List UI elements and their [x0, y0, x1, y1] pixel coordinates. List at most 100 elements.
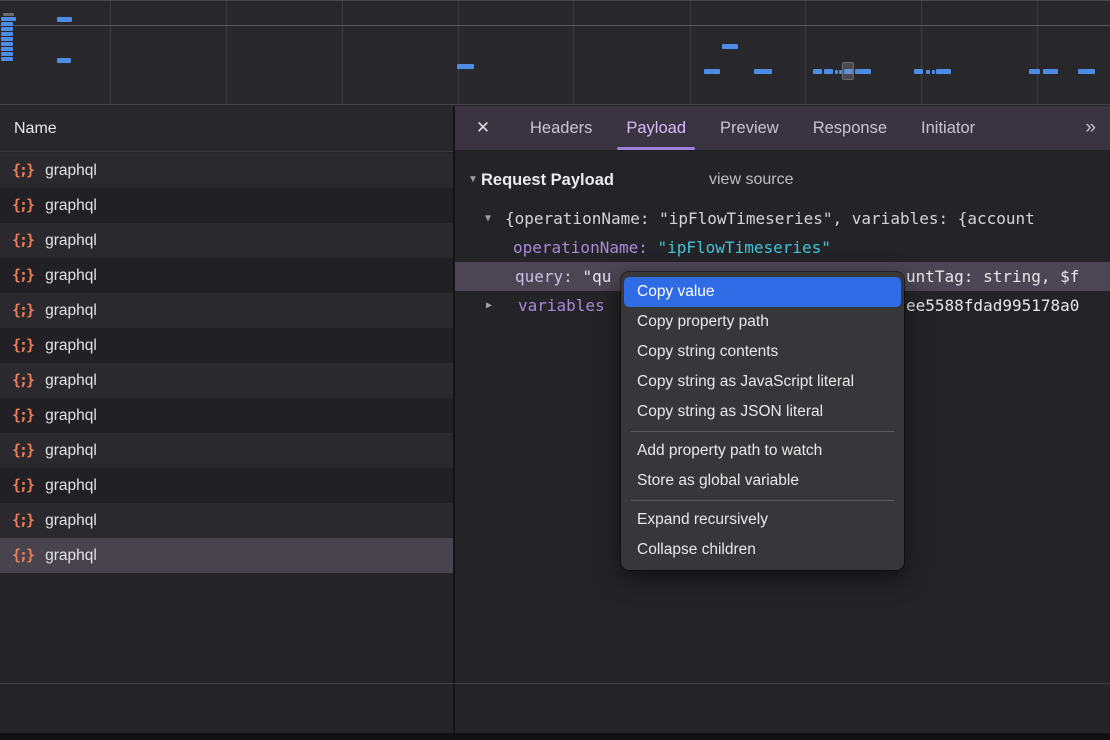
- menu-item-copy-value[interactable]: Copy value: [624, 277, 901, 307]
- close-icon[interactable]: ✕: [467, 118, 499, 138]
- menu-item-expand-recursively[interactable]: Expand recursively: [624, 505, 901, 535]
- json-braces-icon: {;}: [12, 293, 33, 328]
- tab-preview[interactable]: Preview: [711, 106, 788, 151]
- waterfall-bar: [1, 27, 13, 31]
- menu-item-copy-string-js-literal[interactable]: Copy string as JavaScript literal: [624, 367, 901, 397]
- request-row[interactable]: {;} graphql: [0, 188, 453, 223]
- json-braces-icon: {;}: [12, 468, 33, 503]
- context-menu: Copy value Copy property path Copy strin…: [621, 272, 904, 570]
- name-column-header[interactable]: Name: [0, 106, 453, 152]
- waterfall-bar: [824, 69, 833, 74]
- request-name: graphql: [45, 337, 97, 354]
- request-list: {;} graphql {;} graphql {;} graphql {;} grap…: [0, 153, 453, 573]
- property-key: variables: [518, 291, 605, 320]
- request-row[interactable]: {;} graphql: [0, 538, 453, 573]
- request-row[interactable]: {;} graphql: [0, 468, 453, 503]
- expander-down-icon[interactable]: ▼: [485, 204, 499, 233]
- waterfall-bar: [932, 70, 935, 74]
- request-row[interactable]: {;} graphql: [0, 153, 453, 188]
- request-row[interactable]: {;} graphql: [0, 258, 453, 293]
- json-braces-icon: {;}: [12, 398, 33, 433]
- variables-preview-continued: ee5588fdad995178a0: [906, 291, 1079, 320]
- request-row[interactable]: {;} graphql: [0, 398, 453, 433]
- request-name: graphql: [45, 197, 97, 214]
- menu-item-copy-property-path[interactable]: Copy property path: [624, 307, 901, 337]
- json-braces-icon: {;}: [12, 433, 33, 468]
- menu-item-add-property-path-to-watch[interactable]: Add property path to watch: [624, 436, 901, 466]
- waterfall-bar: [1078, 69, 1095, 74]
- menu-item-store-as-global-variable[interactable]: Store as global variable: [624, 466, 901, 496]
- waterfall-bar: [1, 42, 13, 46]
- waterfall-bar: [1, 32, 13, 36]
- tab-headers[interactable]: Headers: [521, 106, 601, 151]
- json-braces-icon: {;}: [12, 258, 33, 293]
- property-value-start: "qu: [582, 267, 611, 286]
- window-bottom-edge: [0, 733, 1110, 740]
- overview-gridline: [573, 1, 574, 105]
- waterfall-bar: [457, 64, 474, 69]
- waterfall-bar: [1, 52, 13, 56]
- waterfall-bar: [1, 47, 13, 51]
- overview-gridline: [458, 1, 459, 105]
- waterfall-bar: [754, 69, 772, 74]
- footer-divider: [0, 683, 1110, 684]
- payload-root-row[interactable]: ▼ {operationName: "ipFlowTimeseries", va…: [455, 204, 1110, 233]
- waterfall-bar: [855, 69, 871, 74]
- property-key: query:: [515, 267, 582, 286]
- request-row[interactable]: {;} graphql: [0, 433, 453, 468]
- request-row[interactable]: {;}graphql: [0, 293, 453, 328]
- menu-item-copy-string-contents[interactable]: Copy string contents: [624, 337, 901, 367]
- expander-right-icon[interactable]: ▶: [486, 291, 500, 320]
- network-request-panel: Name {;} graphql {;} graphql {;} graphql {;…: [0, 106, 453, 740]
- property-value: "ipFlowTimeseries": [658, 238, 831, 257]
- waterfall-bar: [704, 69, 720, 74]
- network-overview-strip[interactable]: [0, 0, 1110, 105]
- menu-item-copy-string-json-literal[interactable]: Copy string as JSON literal: [624, 397, 901, 427]
- waterfall-bar: [722, 44, 738, 49]
- request-name: graphql: [45, 512, 97, 529]
- overview-gridline: [690, 1, 691, 105]
- request-name: graphql: [45, 547, 97, 564]
- overview-gray-bar: [3, 13, 14, 16]
- overview-gridline: [921, 1, 922, 105]
- request-name: graphql: [45, 162, 97, 179]
- request-name: graphql: [45, 267, 97, 284]
- request-name: graphql: [45, 232, 97, 249]
- json-braces-icon: {;}: [12, 223, 33, 258]
- request-row[interactable]: {;} graphql: [0, 223, 453, 258]
- payload-root-preview: {operationName: "ipFlowTimeseries", vari…: [505, 204, 1035, 233]
- property-value-continued: untTag: string, $f: [906, 262, 1079, 291]
- waterfall-bar: [926, 70, 930, 74]
- more-tabs-icon[interactable]: »: [1085, 117, 1110, 139]
- json-braces-icon: {;}: [12, 363, 33, 398]
- request-row[interactable]: {;}graphql: [0, 328, 453, 363]
- waterfall-bar: [1043, 69, 1058, 74]
- tab-payload[interactable]: Payload: [617, 106, 695, 151]
- waterfall-bar: [57, 58, 71, 63]
- waterfall-bar: [813, 69, 822, 74]
- request-row[interactable]: {;} graphql: [0, 363, 453, 398]
- section-title: Request Payload: [481, 165, 614, 195]
- waterfall-bar: [1, 37, 13, 41]
- menu-item-collapse-children[interactable]: Collapse children: [624, 535, 901, 565]
- menu-divider: [631, 500, 894, 501]
- request-name: graphql: [45, 407, 97, 424]
- json-braces-icon: {;}: [12, 188, 33, 223]
- tab-response[interactable]: Response: [804, 106, 896, 151]
- details-tabbar: ✕ Headers Payload Preview Response Initi…: [455, 106, 1110, 151]
- operation-name-row[interactable]: operationName: "ipFlowTimeseries": [455, 233, 1110, 262]
- request-row[interactable]: {;} graphql: [0, 503, 453, 538]
- json-braces-icon: {;}: [12, 153, 33, 188]
- waterfall-bar: [835, 70, 838, 74]
- overview-gridline: [110, 1, 111, 105]
- json-braces-icon: {;}: [12, 538, 33, 573]
- tab-initiator[interactable]: Initiator: [912, 106, 984, 151]
- waterfall-bar: [1, 17, 16, 21]
- section-expander-icon[interactable]: ▼: [468, 165, 478, 195]
- request-name: graphql: [45, 442, 97, 459]
- request-name: graphql: [45, 372, 97, 389]
- view-source-link[interactable]: view source: [709, 165, 793, 195]
- request-name: graphql: [45, 477, 97, 494]
- overview-gridline: [226, 1, 227, 105]
- json-braces-icon: {;}: [12, 503, 33, 538]
